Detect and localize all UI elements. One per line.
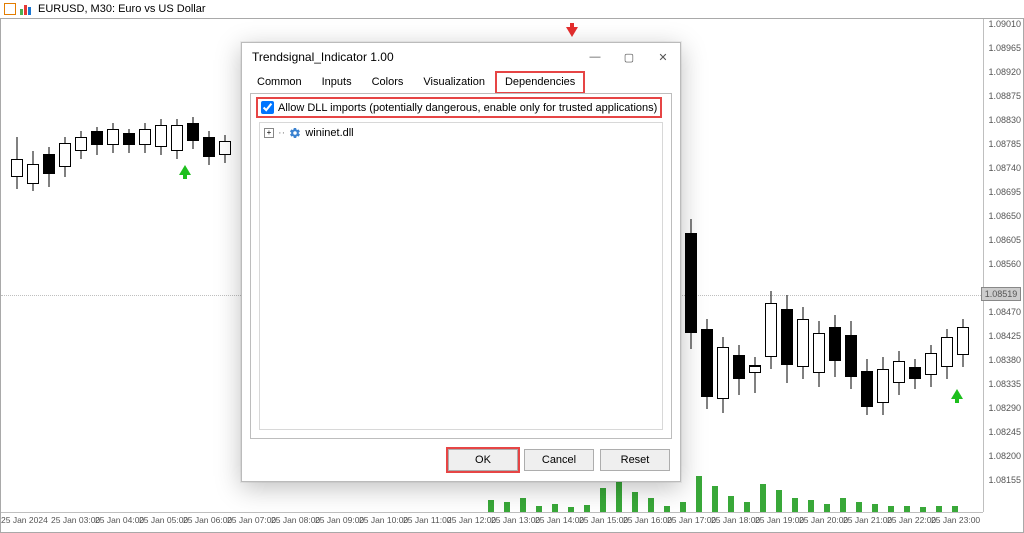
bid-price-indicator: 1.08519	[981, 287, 1021, 301]
arrow-down-icon	[566, 27, 578, 37]
tab-dependencies[interactable]: Dependencies	[496, 72, 584, 93]
chart-icon	[20, 3, 34, 15]
cancel-button[interactable]: Cancel	[524, 449, 594, 471]
tab-visualization[interactable]: Visualization	[414, 72, 494, 92]
tree-connector-icon: ··	[278, 127, 285, 139]
arrow-up-icon	[179, 165, 191, 175]
allow-dll-label: Allow DLL imports (potentially dangerous…	[278, 102, 657, 114]
gear-icon	[289, 127, 301, 139]
dialog-titlebar[interactable]: Trendsignal_Indicator 1.00 — ▢ ✕	[242, 43, 680, 71]
dialog-title: Trendsignal_Indicator 1.00	[252, 50, 394, 64]
tree-item-wininet[interactable]: + ·· wininet.dll	[264, 127, 658, 139]
time-axis: 25 Jan 2024 25 Jan 03:00 25 Jan 04:00 25…	[1, 512, 983, 532]
app-icon	[4, 3, 16, 15]
chart-tab-header: EURUSD, M30: Euro vs US Dollar	[0, 0, 210, 18]
allow-dll-checkbox[interactable]	[261, 101, 274, 114]
dependencies-panel: Allow DLL imports (potentially dangerous…	[250, 93, 672, 439]
allow-dll-checkbox-row[interactable]: Allow DLL imports (potentially dangerous…	[259, 100, 659, 115]
tab-colors[interactable]: Colors	[363, 72, 413, 92]
tab-inputs[interactable]: Inputs	[313, 72, 361, 92]
tree-item-label: wininet.dll	[305, 127, 353, 139]
indicator-properties-dialog: Trendsignal_Indicator 1.00 — ▢ ✕ Common …	[241, 42, 681, 482]
dependency-tree[interactable]: + ·· wininet.dll	[259, 122, 663, 430]
reset-button[interactable]: Reset	[600, 449, 670, 471]
tree-expander-icon[interactable]: +	[264, 128, 274, 138]
arrow-up-icon	[951, 389, 963, 399]
minimize-button[interactable]: —	[578, 43, 612, 71]
dialog-button-row: OK Cancel Reset	[448, 449, 670, 471]
maximize-button[interactable]: ▢	[612, 43, 646, 71]
ok-button[interactable]: OK	[448, 449, 518, 471]
chart-title: EURUSD, M30: Euro vs US Dollar	[38, 3, 206, 15]
tabstrip: Common Inputs Colors Visualization Depen…	[242, 71, 680, 93]
close-button[interactable]: ✕	[646, 43, 680, 71]
price-axis: 1.09010 1.08965 1.08920 1.08875 1.08830 …	[983, 19, 1023, 512]
tab-common[interactable]: Common	[248, 72, 311, 92]
